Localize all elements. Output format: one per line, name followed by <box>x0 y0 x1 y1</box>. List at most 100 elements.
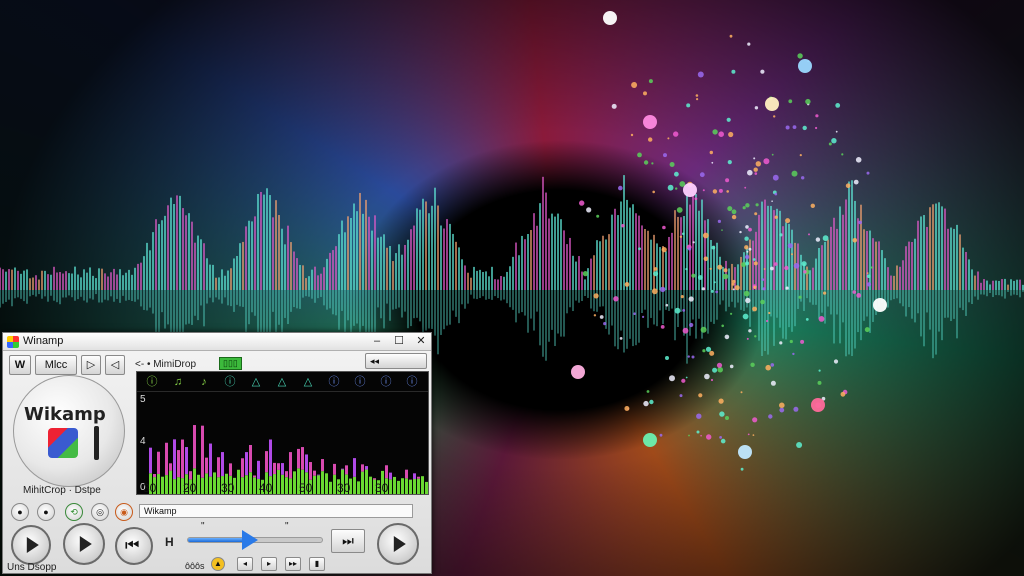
spectrum-bar-low <box>421 476 424 494</box>
spectrum-bar-low <box>361 471 364 494</box>
spectrum-bar-low <box>273 474 276 494</box>
particle <box>689 322 694 328</box>
spectrum-bar-low <box>325 473 328 494</box>
particle <box>835 103 841 108</box>
particle <box>679 394 683 398</box>
play-right-button[interactable] <box>377 523 419 565</box>
mini-button-3[interactable]: ▸▸ <box>285 557 301 571</box>
logo-bar-icon <box>94 426 99 460</box>
spectrum-icon-4[interactable]: ⓘ <box>223 375 237 389</box>
spectrum-icon-11[interactable]: ⓘ <box>405 375 419 389</box>
spectrum-bar-high <box>245 452 248 476</box>
spectrum-bar-high <box>405 469 408 479</box>
seek-slider-knob[interactable] <box>242 530 259 550</box>
w-menu-button[interactable]: W <box>9 355 31 375</box>
repeat-button[interactable]: ⟲ <box>65 503 83 521</box>
previous-icon: ⏮ <box>125 537 140 554</box>
previous-button[interactable]: ⏮ <box>115 527 153 565</box>
play-pause-button[interactable] <box>63 523 105 565</box>
title-bar[interactable]: Winamp – ☐ ✕ <box>3 333 431 351</box>
particle <box>586 207 592 213</box>
particle <box>675 187 678 190</box>
playlist-field[interactable]: Wikamp <box>139 504 413 518</box>
particle <box>770 363 775 367</box>
particle <box>667 137 670 140</box>
particle <box>800 339 805 344</box>
dropdown-select[interactable]: ◂◂ <box>365 353 427 369</box>
particle <box>685 376 688 379</box>
spectrum-bar-low <box>425 481 428 494</box>
particle <box>796 442 803 448</box>
spectrum-icon-9[interactable]: ⓘ <box>353 375 367 389</box>
particle <box>774 262 778 266</box>
particle <box>852 238 858 243</box>
particle <box>785 125 790 130</box>
spectrum-bar-high <box>269 439 272 477</box>
particle <box>648 79 653 84</box>
particle <box>700 434 702 437</box>
spectrum-icon-2[interactable]: ♫ <box>171 375 185 389</box>
spectrum-icon-3[interactable]: ♪ <box>197 375 211 389</box>
particle <box>779 233 783 237</box>
spectrum-bar-high <box>317 474 320 476</box>
particle <box>669 162 675 167</box>
next-button[interactable]: ⏭ <box>331 529 365 553</box>
record-button[interactable]: ◉ <box>115 503 133 521</box>
particle <box>701 287 706 291</box>
particle <box>700 326 707 333</box>
spectrum-bar-low <box>317 475 320 494</box>
particle <box>771 153 774 156</box>
particle <box>692 241 695 244</box>
mini-button-4[interactable]: ▮ <box>309 557 325 571</box>
spectrum-icon-1[interactable]: ⓘ <box>145 375 159 389</box>
particle <box>663 153 667 158</box>
spectrum-bar-low <box>241 477 244 494</box>
spectrum-icon-6[interactable]: △ <box>275 375 289 389</box>
particle <box>743 290 750 297</box>
particle <box>631 82 638 88</box>
particle <box>831 138 837 144</box>
spectrum-bar-high <box>177 450 180 478</box>
mini-button-1[interactable]: ◂ <box>237 557 253 571</box>
option-button-1[interactable]: ● <box>11 503 29 521</box>
spectrum-bar-low <box>205 473 208 494</box>
shuffle-button[interactable]: ◎ <box>91 503 109 521</box>
speaker-button[interactable]: ◁ <box>105 355 125 375</box>
close-button[interactable]: ✕ <box>413 334 429 349</box>
minimize-button[interactable]: – <box>369 334 385 349</box>
particle <box>774 192 778 196</box>
play-button[interactable] <box>11 525 51 565</box>
eject-button[interactable]: ▲ <box>211 557 225 571</box>
spectrum-bar-low <box>401 478 404 494</box>
particle <box>762 287 766 291</box>
particle <box>866 282 872 287</box>
seek-slider[interactable] <box>187 530 323 550</box>
particle <box>702 349 706 353</box>
particle <box>688 434 690 437</box>
particle <box>719 436 722 439</box>
play-mode-button[interactable]: ▷ <box>81 355 101 375</box>
particle <box>682 309 686 312</box>
particle <box>805 98 811 105</box>
option-button-2[interactable]: ● <box>37 503 55 521</box>
particle <box>731 214 737 220</box>
mode-button[interactable]: Mlcc <box>35 355 77 375</box>
spectrum-icon-7[interactable]: △ <box>301 375 315 389</box>
spectrum-bar-high <box>365 466 368 470</box>
particle <box>643 160 649 165</box>
spectrum-icon-5[interactable]: △ <box>249 375 263 389</box>
spectrum-bar-low <box>329 481 332 494</box>
time-left: " <box>201 521 205 532</box>
particle <box>773 115 776 118</box>
spectrum-display: ⓘ ♫ ♪ ⓘ △ △ △ ⓘ ⓘ ⓘ ⓘ 5 4 0 <box>136 371 429 495</box>
spectrum-bar-low <box>397 480 400 494</box>
particle <box>696 430 700 434</box>
mini-button-2[interactable]: ▸ <box>261 557 277 571</box>
spectrum-icon-8[interactable]: ⓘ <box>327 375 341 389</box>
maximize-button[interactable]: ☐ <box>391 334 407 349</box>
spectrum-bar-low <box>249 472 252 494</box>
particle <box>638 247 641 251</box>
particle <box>748 247 752 251</box>
glow-orb <box>571 365 585 379</box>
spectrum-icon-10[interactable]: ⓘ <box>379 375 393 389</box>
